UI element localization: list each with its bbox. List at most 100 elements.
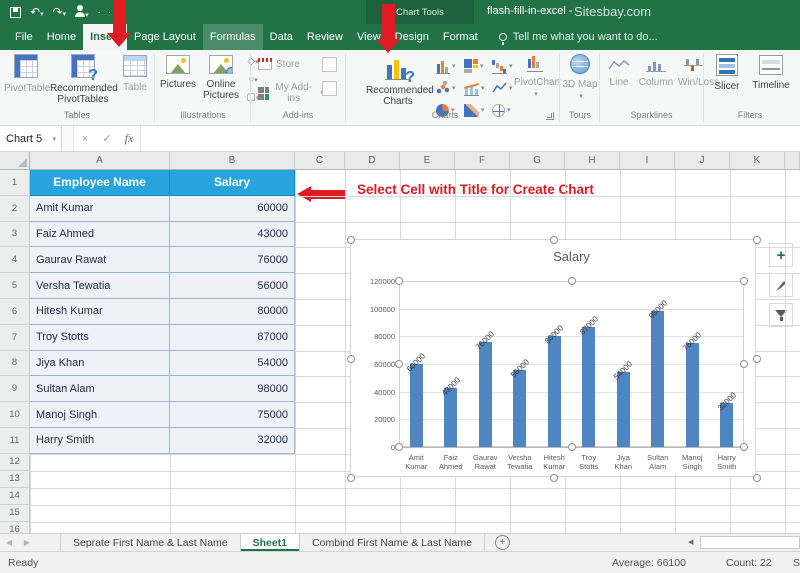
touch-mode-button[interactable]: ▾: [75, 5, 89, 20]
selection-handle[interactable]: [753, 474, 761, 482]
pictures-button[interactable]: Pictures: [158, 55, 198, 90]
row-header-9[interactable]: 9: [0, 376, 30, 402]
timeline-button[interactable]: Timeline: [750, 55, 792, 91]
cell-salary[interactable]: 76000: [170, 247, 295, 273]
table-button[interactable]: Table: [118, 55, 152, 93]
row-header-4[interactable]: 4: [0, 247, 30, 273]
horizontal-scrollbar-thumb[interactable]: [700, 536, 800, 549]
hscroll-left-icon[interactable]: ◀: [688, 538, 693, 546]
cell-salary[interactable]: 32000: [170, 428, 295, 454]
cell-employee-name[interactable]: Versha Tewatia: [30, 273, 170, 299]
insert-function-button[interactable]: fx: [118, 126, 140, 151]
cell-employee-name[interactable]: Amit Kumar: [30, 196, 170, 222]
column-header-f[interactable]: F: [455, 152, 510, 170]
row-header-8[interactable]: 8: [0, 351, 30, 377]
cell-salary[interactable]: 98000: [170, 376, 295, 402]
tab-data[interactable]: Data: [263, 24, 300, 50]
column-header-b[interactable]: B: [170, 152, 295, 170]
column-header-g[interactable]: G: [510, 152, 565, 170]
cell-employee-name[interactable]: Hitesh Kumar: [30, 299, 170, 325]
formula-bar-grip[interactable]: [62, 126, 74, 151]
chart-bar[interactable]: [686, 343, 699, 447]
column-header-k[interactable]: K: [730, 152, 785, 170]
chart-title[interactable]: Salary: [399, 249, 744, 264]
sparkline-winloss-button[interactable]: Win/Loss: [678, 58, 710, 88]
3d-map-button[interactable]: 3D Map: [562, 54, 598, 102]
selection-handle[interactable]: [753, 355, 761, 363]
column-header-d[interactable]: D: [345, 152, 400, 170]
cell-salary[interactable]: 87000: [170, 325, 295, 351]
selection-handle[interactable]: [550, 236, 558, 244]
chart-bar[interactable]: [410, 364, 423, 447]
row-header-6[interactable]: 6: [0, 299, 30, 325]
slicer-button[interactable]: Slicer: [708, 54, 746, 92]
cell-salary[interactable]: 75000: [170, 402, 295, 428]
row-header-13[interactable]: 13: [0, 471, 30, 488]
column-header-c[interactable]: C: [295, 152, 345, 170]
recommended-pivottables-button[interactable]: ? Recommended PivotTables: [50, 54, 116, 105]
sheet-nav-right-icon[interactable]: ▶: [18, 534, 36, 551]
row-header-16[interactable]: 16: [0, 522, 30, 533]
formula-input[interactable]: [140, 126, 800, 151]
cell-employee-name[interactable]: Manoj Singh: [30, 402, 170, 428]
column-header-e[interactable]: E: [400, 152, 455, 170]
recommended-charts-button[interactable]: ? Recommended Charts: [366, 54, 430, 107]
insert-hierarchy-chart-button[interactable]: ▾: [464, 56, 490, 76]
chart-bar[interactable]: [479, 342, 492, 447]
select-all-corner[interactable]: [0, 152, 30, 170]
row-header-14[interactable]: 14: [0, 488, 30, 505]
selection-handle[interactable]: [740, 443, 748, 451]
customize-qat-icon[interactable]: · ·: [98, 7, 113, 18]
insert-scatter-chart-button[interactable]: ▾: [436, 78, 462, 98]
tab-review[interactable]: Review: [300, 24, 350, 50]
row-header-2[interactable]: 2: [0, 196, 30, 222]
cell-salary[interactable]: 60000: [170, 196, 295, 222]
selection-handle[interactable]: [568, 443, 576, 451]
row-header-5[interactable]: 5: [0, 273, 30, 299]
chart-bar[interactable]: [651, 311, 664, 447]
redo-button[interactable]: ↷▾: [53, 4, 67, 20]
selection-handle[interactable]: [347, 355, 355, 363]
cell-salary[interactable]: 80000: [170, 299, 295, 325]
sheet-tab-combind-first-name-last-name[interactable]: Combind First Name & Last Name: [300, 534, 485, 551]
cell-employee-name[interactable]: Troy Stotts: [30, 325, 170, 351]
sparkline-line-button[interactable]: Line: [604, 58, 634, 88]
selection-handle[interactable]: [753, 236, 761, 244]
table-header-employee-name[interactable]: Employee Name: [30, 170, 170, 196]
chart-bar[interactable]: [617, 372, 630, 447]
tab-file[interactable]: File: [8, 24, 40, 50]
selection-handle[interactable]: [347, 474, 355, 482]
column-header-partial[interactable]: [785, 152, 800, 170]
selection-handle[interactable]: [568, 277, 576, 285]
cell-employee-name[interactable]: Gaurav Rawat: [30, 247, 170, 273]
chart-filters-button[interactable]: [769, 303, 793, 327]
store-button[interactable]: Store: [258, 58, 310, 70]
insert-column-chart-button[interactable]: ▾: [436, 56, 462, 76]
column-header-j[interactable]: J: [675, 152, 730, 170]
enter-button[interactable]: ✓: [96, 126, 118, 151]
chart-canvas[interactable]: Salary0200004000060000800001000001200006…: [350, 239, 756, 477]
row-header-10[interactable]: 10: [0, 402, 30, 428]
tab-page-layout[interactable]: Page Layout: [127, 24, 203, 50]
column-header-a[interactable]: A: [30, 152, 170, 170]
new-sheet-button[interactable]: +: [495, 535, 510, 550]
my-addins-button[interactable]: My Add-ins: [258, 82, 324, 104]
selection-handle[interactable]: [347, 236, 355, 244]
tell-me-box[interactable]: Tell me what you want to do...: [499, 24, 658, 50]
cell-employee-name[interactable]: Harry Smith: [30, 428, 170, 454]
pivottable-button[interactable]: PivotTable: [4, 54, 48, 94]
column-header-i[interactable]: I: [620, 152, 675, 170]
row-header-1[interactable]: 1: [0, 170, 30, 196]
cell-salary[interactable]: 54000: [170, 351, 295, 377]
addin-thumbnail[interactable]: [322, 81, 337, 96]
column-header-h[interactable]: H: [565, 152, 620, 170]
cell-employee-name[interactable]: Faiz Ahmed: [30, 222, 170, 248]
chart-styles-button[interactable]: [769, 273, 793, 297]
sparkline-column-button[interactable]: Column: [637, 58, 675, 88]
charts-dialog-launcher-icon[interactable]: [546, 112, 554, 120]
save-icon[interactable]: [10, 7, 21, 18]
cell-employee-name[interactable]: Jiya Khan: [30, 351, 170, 377]
cell-salary[interactable]: 43000: [170, 222, 295, 248]
tab-format[interactable]: Format: [436, 24, 485, 50]
selection-handle[interactable]: [550, 474, 558, 482]
